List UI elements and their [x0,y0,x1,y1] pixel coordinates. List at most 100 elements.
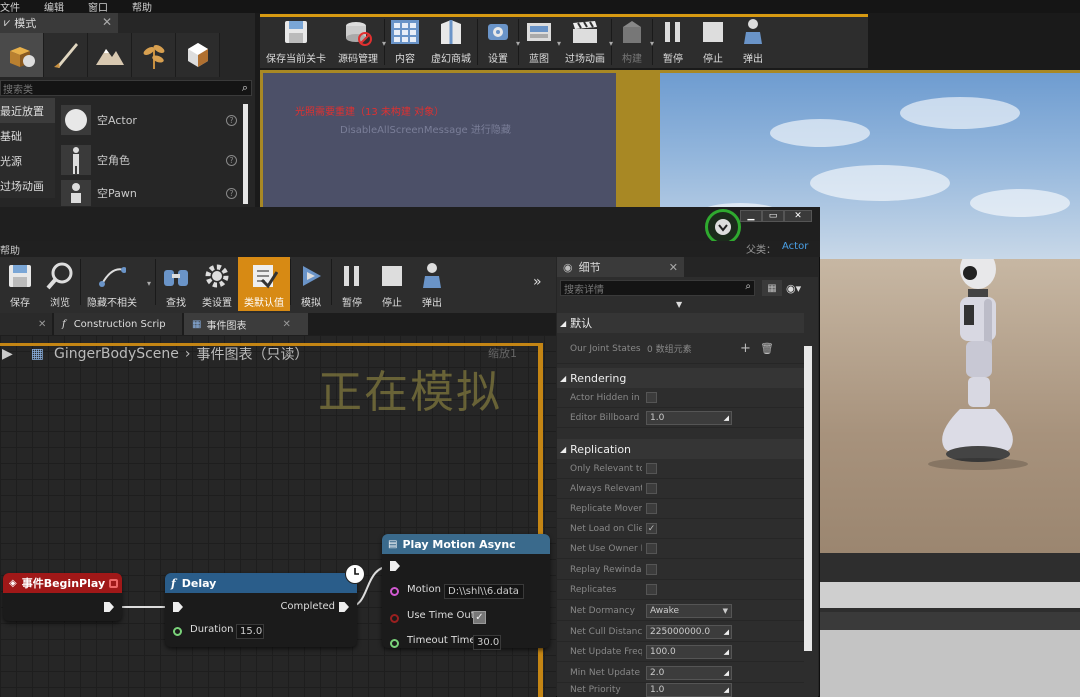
property-label: Net Update Frequ [570,646,642,657]
lower-panel-bar [820,630,1080,697]
timeout-time-field[interactable]: 30.0 [473,635,501,650]
timeout-time-pin[interactable] [390,639,399,648]
view-options-icon[interactable]: ◉▾ [786,280,814,296]
property-number-field[interactable]: 2.0 ◢ [646,665,732,680]
spin-icon: ◢ [723,668,729,677]
close-button[interactable]: ✕ [784,210,812,222]
property-checkbox[interactable] [646,483,657,494]
property-checkbox[interactable] [646,564,657,575]
node-title: Delay [181,576,217,590]
section-rendering[interactable]: ◢ Rendering [557,368,804,388]
node-header: f Delay [165,573,357,593]
net-dormancy-select[interactable]: Awake ▼ [646,603,732,618]
property-row: Only Relevant to [557,459,804,479]
property-label: Replicates [570,584,617,595]
cinematics-button[interactable]: 过场动画 ▾ [559,17,613,67]
event-beginplay-node[interactable]: ◈ 事件BeginPlay [3,573,122,621]
build-button[interactable]: 构建 ▾ [612,17,654,67]
eject-icon [739,18,767,46]
event-icon: ◈ [9,577,17,589]
section-replication[interactable]: ◢ Replication [557,439,804,459]
duration-field[interactable]: 15.0 [236,624,264,639]
section-default[interactable]: ◢ 默认 [557,313,804,333]
chevron-down-icon: ▼ [722,606,728,615]
lower-panel-bar [820,612,1080,630]
lower-panel-bar [820,582,1080,608]
pause-icon [659,18,687,46]
property-label: Actor Hidden in G [570,392,642,403]
property-checkbox[interactable] [646,543,657,554]
property-number-field[interactable]: 1.0 ◢ [646,683,732,697]
maximize-button[interactable]: ▭ [762,210,784,222]
node-title: 事件BeginPlay [21,577,106,590]
add-element-icon[interactable]: + [740,341,751,356]
property-row: Actor Hidden in G [557,388,804,408]
build-icon [618,18,646,46]
expand-arrow-icon: ◢ [560,373,567,383]
use-time-out-pin[interactable] [390,614,399,623]
completed-exec-pin[interactable] [339,602,349,612]
delay-node[interactable]: f Delay Completed Duration 15.0 [165,573,357,647]
property-label: Net Dormancy [570,605,635,616]
parent-class-label: 父类： [746,245,776,256]
expand-arrow-icon: ◢ [560,444,567,454]
property-label: Editor Billboard S [570,412,642,423]
details-search-input[interactable]: 搜索详情 ⌕ [560,280,755,296]
property-number-field[interactable]: 100.0 ◢ [646,644,732,659]
exec-input-pin[interactable] [173,602,183,612]
property-label: Net Load on Clier [570,523,642,534]
delegate-pin[interactable] [109,578,118,588]
property-checkbox[interactable] [646,463,657,474]
property-checkbox[interactable] [646,503,657,514]
stop-button[interactable]: 停止 [693,17,733,67]
node-header: ▤ Play Motion Async [382,534,550,554]
debug-object-button[interactable] [705,209,741,245]
property-matrix-icon[interactable]: ▦ [762,280,782,296]
minimize-button[interactable]: ▁ [740,210,762,222]
duration-label: Duration [190,624,234,635]
clock-icon [345,564,365,584]
details-scrollbar[interactable] [804,346,812,651]
stop-icon [699,18,727,46]
play-motion-async-node[interactable]: ▤ Play Motion Async Motion D:\\shl\\6.da… [382,534,550,650]
details-tab[interactable]: ◉ 细节 ✕ [557,257,684,277]
property-checkbox[interactable] [646,392,657,403]
collapse-arrow-icon[interactable]: ▼ [676,300,682,309]
use-time-out-checkbox[interactable]: ✓ [473,611,486,624]
property-label: Min Net Update F [570,667,642,678]
eject-button[interactable]: 弹出 [733,17,773,67]
property-label: Net Use Owner R [570,543,642,554]
motion-pin[interactable] [390,587,399,596]
search-icon[interactable]: ⌕ [745,281,751,292]
property-checkbox-checked[interactable]: ✓ [646,523,657,534]
property-row: Always Relevant [557,479,804,499]
timeout-time-label: Timeout Time [407,635,476,646]
pause-button[interactable]: 暂停 [653,17,693,67]
property-row: Net Cull Distance 225000000.0 ◢ [557,622,804,642]
trash-icon[interactable]: 🗑 [760,342,774,355]
property-label: Our Joint States [570,343,641,354]
ue-editor-screen: 文件 编辑 窗口 帮助 ⩗ 模式 ✕ 搜索类 ⌕ 最近放置 基础 光源 过场动画 [0,0,1080,697]
property-row: Editor Billboard S 1.0 ◢ [557,408,804,428]
property-checkbox[interactable] [646,584,657,595]
parent-class-link[interactable]: Actor [782,241,808,252]
property-label: Replay Rewindab [570,564,642,575]
property-row: Replicates [557,580,804,600]
motion-field[interactable]: D:\\shl\\6.data [444,584,524,599]
property-row: Net Update Frequ 100.0 ◢ [557,642,804,662]
property-label: Net Priority [570,685,621,695]
exec-input-pin[interactable] [390,561,400,571]
property-row: Min Net Update F 2.0 ◢ [557,663,804,683]
property-number-field[interactable]: 225000000.0 ◢ [646,624,732,639]
node-title: Play Motion Async [402,537,516,551]
details-search-placeholder: 搜索详情 [564,284,604,296]
property-number-field[interactable]: 1.0 ◢ [646,410,732,425]
property-row: Our Joint States 0 数组元素 + 🗑 [557,334,804,364]
completed-label: Completed [280,601,335,612]
exec-output-pin[interactable] [104,602,114,612]
duration-pin[interactable] [173,627,182,636]
node-header: ◈ 事件BeginPlay [3,573,122,593]
close-icon[interactable]: ✕ [669,261,678,274]
viewport-ground[interactable] [820,245,1080,553]
property-row: Net Use Owner R [557,539,804,559]
